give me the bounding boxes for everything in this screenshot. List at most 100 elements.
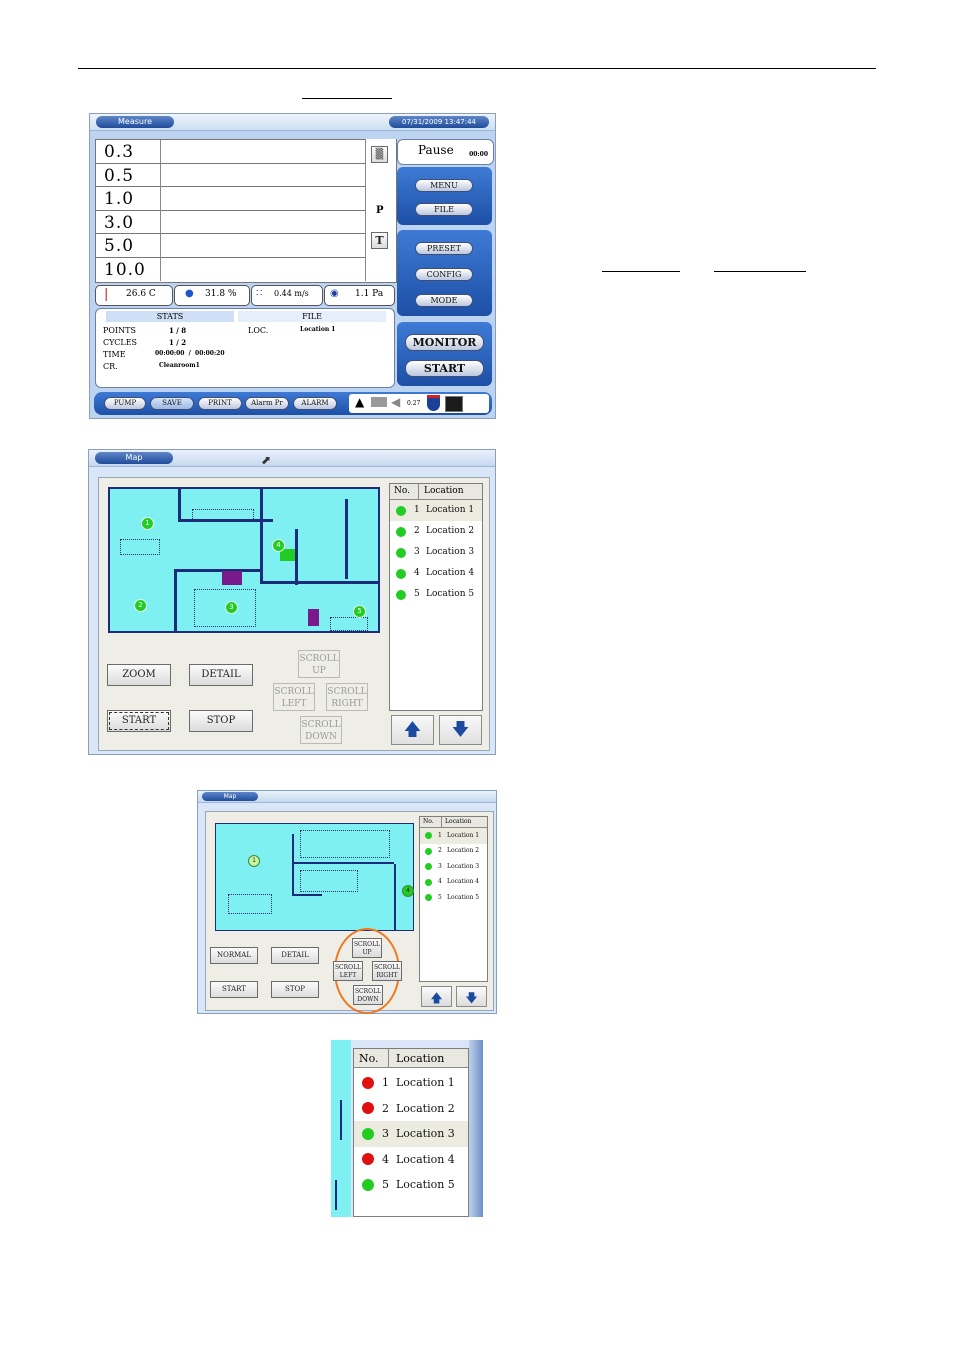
scroll-left-button[interactable]: SCROLL LEFT [273,683,315,711]
monitor-icon [445,396,463,412]
list-item[interactable]: 1 Location 1 [354,1070,468,1096]
start-button-2[interactable]: START [210,981,258,998]
location-name: Location 3 [426,547,475,557]
list-item[interactable]: 5 Location 5 [420,890,487,906]
list-item[interactable]: 3 Location 3 [390,542,482,563]
alarm-button[interactable]: ALARM [293,397,337,410]
location-name: Location 5 [396,1178,455,1191]
velocity-value: 0.44 m/s [274,289,309,298]
list-header-2: No. Location [420,817,487,828]
size-label: 3.0 [104,212,135,233]
list-item[interactable]: 3 Location 3 [354,1121,468,1147]
stop-button-2[interactable]: STOP [271,981,319,998]
list-item[interactable]: 5 Location 5 [354,1172,468,1198]
purple-room-2 [308,609,319,626]
print-button[interactable]: PRINT [198,397,242,410]
header-location: Location [424,486,464,496]
header-no: No. [394,486,410,496]
list-item[interactable]: 5 Location 5 [390,584,482,605]
status-list-crop: No. Location 1 Location 1 2 Location 2 3 Loca… [331,1040,483,1217]
status-dot-icon [396,526,406,537]
menu-button[interactable]: MENU [415,179,473,192]
list-item[interactable]: 2 Location 2 [390,521,482,542]
normal-button[interactable]: NORMAL [210,947,258,964]
location-marker[interactable]: 4 [402,885,414,897]
size-divider [160,140,161,164]
detail-button-2[interactable]: DETAIL [271,947,319,964]
map1-title: Map [95,452,173,464]
scroll-right-button[interactable]: SCROLL RIGHT [326,683,368,711]
location-marker[interactable]: 5 [353,605,366,618]
scroll-up-button-2[interactable]: SCROLL UP [352,938,382,958]
scroll-down-button-2[interactable]: SCROLL DOWN [353,985,383,1005]
location-marker[interactable]: 3 [225,601,238,614]
location-number: 3 [382,1127,389,1140]
scroll-left-button-2[interactable]: SCROLL LEFT [333,961,363,981]
arrow-up-icon: 🡅 [430,991,443,1005]
header-location-2: Location [445,818,472,825]
cycles-label: CYCLES [103,338,138,347]
size-divider [160,257,161,281]
status-dot-icon [396,547,406,558]
location-name: Location 4 [447,878,480,886]
mode-button[interactable]: MODE [415,294,473,307]
list-item[interactable]: 2 Location 2 [420,844,487,860]
list-down-button[interactable]: 🡇 [439,715,482,745]
scroll-down-button[interactable]: SCROLL DOWN [300,716,342,744]
status-dot-icon [425,894,432,902]
map2-title: Map [202,792,258,801]
preset-button[interactable]: PRESET [415,242,473,255]
location-marker[interactable]: 2 [134,599,147,612]
list-item[interactable]: 4 Location 4 [420,875,487,891]
cr-value: Cleanroom1 [159,362,200,369]
list-down-button-2[interactable]: 🡇 [456,986,487,1007]
list-up-button-2[interactable]: 🡅 [421,986,452,1007]
histogram-icon[interactable]: ▒ [371,146,388,163]
location-name: Location 1 [426,505,475,515]
list-item[interactable]: 4 Location 4 [354,1147,468,1173]
pump-button[interactable]: PUMP [104,397,146,410]
size-divider [160,234,161,258]
zoom-button[interactable]: ZOOM [107,664,171,686]
list-item[interactable]: 1 Location 1 [420,828,487,844]
status-dot-icon [425,863,432,871]
monitor-button[interactable]: MONITOR [405,334,484,351]
location-marker[interactable]: 4 [272,539,285,552]
status-dot-icon [425,878,432,886]
scroll-up-button[interactable]: SCROLL UP [298,650,340,678]
arrow-up-icon: 🡅 [403,720,422,740]
config-button[interactable]: CONFIG [415,268,473,281]
points-value: 1 / 8 [169,326,187,335]
status-icons: ▲ ◀ 0.27 [349,394,489,413]
location-number: 3 [414,547,420,557]
location-marker[interactable]: 1 [248,855,260,867]
alarm-pr-button[interactable]: Alarm Pr [245,397,289,410]
list-item[interactable]: 2 Location 2 [354,1096,468,1122]
tab-stats[interactable]: STATS [106,311,234,322]
start-button[interactable]: START [405,360,484,377]
location-name: Location 4 [426,568,475,578]
airflow-icon: ∷ [256,288,263,299]
list-item[interactable]: 3 Location 3 [420,859,487,875]
temperature-box: | 26.6 C [95,285,173,306]
tab-file[interactable]: FILE [238,311,386,322]
location-marker[interactable]: 1 [141,517,154,530]
size-divider [160,163,161,187]
scroll-right-button-2[interactable]: SCROLL RIGHT [372,961,402,981]
file-button[interactable]: FILE [415,203,473,216]
save-button[interactable]: SAVE [150,397,194,410]
location-name: Location 2 [426,526,475,536]
list-up-button[interactable]: 🡅 [391,715,434,745]
start-map-button[interactable]: START [107,710,171,732]
list-item[interactable]: 1 Location 1 [390,500,482,521]
thermometer-icon: | [104,287,109,302]
desk-block-6 [300,830,390,858]
t-button[interactable]: T [371,232,388,249]
pause-label: Pause [418,143,454,157]
stop-map-button[interactable]: STOP [189,710,253,732]
crop-right-strip [469,1040,483,1217]
cr-label: CR. [103,362,118,371]
detail-button[interactable]: DETAIL [189,664,253,686]
list-item[interactable]: 4 Location 4 [390,563,482,584]
temperature-value: 26.6 C [126,289,156,299]
